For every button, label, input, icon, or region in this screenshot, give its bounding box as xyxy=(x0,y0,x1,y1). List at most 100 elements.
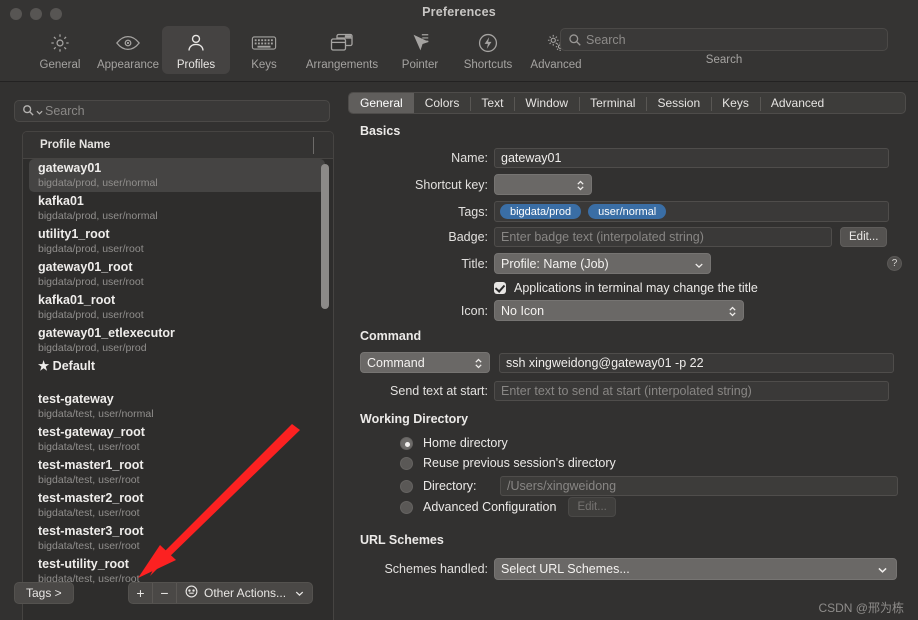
profiles-list-rows: gateway01 bigdata/prod, user/normal kafka0… xyxy=(23,159,333,620)
name-label: Name: xyxy=(451,151,488,165)
profile-name: utility1_root xyxy=(38,227,110,241)
stepper-chevrons-icon xyxy=(728,305,737,321)
icon-popup[interactable]: No Icon xyxy=(494,300,744,321)
toolbar-item-pointer[interactable]: Pointer xyxy=(386,26,454,74)
badge-edit-label: Edit... xyxy=(849,231,879,243)
other-actions-label: Other Actions... xyxy=(204,586,287,600)
profile-list-item[interactable]: test-master1_root bigdata/test, user/root xyxy=(23,456,333,489)
profile-name: test-gateway xyxy=(38,392,114,406)
tab-advanced[interactable]: Advanced xyxy=(759,93,835,113)
toolbar-item-keys[interactable]: Keys xyxy=(230,26,298,74)
profile-name: test-master3_root xyxy=(38,524,144,538)
profile-list-item[interactable]: kafka01_root bigdata/prod, user/root xyxy=(23,291,333,324)
advanced-configuration-label: Advanced Configuration xyxy=(423,500,557,514)
profile-list-item[interactable]: test-gateway bigdata/test, user/normal xyxy=(23,390,333,423)
profile-name: gateway01_etlexecutor xyxy=(38,326,175,340)
profile-list-item[interactable]: test-gateway_root bigdata/test, user/root xyxy=(23,423,333,456)
chevron-down-icon xyxy=(877,564,888,578)
tab-terminal[interactable]: Terminal xyxy=(579,93,646,113)
schemes-handled-popup[interactable]: Select URL Schemes... xyxy=(494,558,897,580)
toolbar-item-label: Shortcuts xyxy=(463,59,513,71)
profile-list-item[interactable]: kafka01 bigdata/prod, user/normal xyxy=(23,192,333,225)
add-profile-button[interactable]: + xyxy=(129,583,153,603)
toolbar-search-input[interactable]: Search xyxy=(560,28,888,51)
command-mode-popup[interactable]: Command xyxy=(360,352,490,373)
watermark: CSDN @邢为栋 xyxy=(818,601,904,615)
toolbar-item-label: Arrangements xyxy=(305,59,379,71)
profile-list-item[interactable]: gateway01_etlexecutor bigdata/prod, user/… xyxy=(23,324,333,357)
column-divider[interactable] xyxy=(313,137,314,154)
send-text-label: Send text at start: xyxy=(390,384,488,398)
apps-change-title-checkbox[interactable] xyxy=(494,282,506,294)
tag-pill[interactable]: user/normal xyxy=(588,204,667,219)
title-popup[interactable]: Profile: Name (Job) xyxy=(494,253,711,274)
tab-window[interactable]: Window xyxy=(514,93,579,113)
apps-change-title-label: Applications in terminal may change the … xyxy=(514,281,758,295)
toolbar-item-label: Pointer xyxy=(401,59,439,71)
toolbar-item-shortcuts[interactable]: Shortcuts xyxy=(454,26,522,74)
search-icon xyxy=(568,33,582,52)
shortcut-key-label: Shortcut key: xyxy=(415,177,488,192)
section-command-title: Command xyxy=(360,329,422,343)
profile-list-item[interactable]: gateway01 bigdata/prod, user/normal xyxy=(29,159,325,192)
profile-name: test-utility_root xyxy=(38,557,129,571)
shortcut-key-popup[interactable] xyxy=(494,174,592,195)
section-url-schemes-title: URL Schemes xyxy=(360,533,444,547)
profile-subtitle: bigdata/prod, user/prod xyxy=(38,342,147,354)
profile-detail-pane: General Colors Text Window Terminal Session Ke… xyxy=(348,92,906,610)
directory-field[interactable]: /Users/xingweidong xyxy=(500,476,898,496)
profiles-scrollbar[interactable] xyxy=(321,164,329,620)
tags-label: Tags: xyxy=(458,204,488,219)
name-field-value: gateway01 xyxy=(501,151,562,165)
toolbar-item-general[interactable]: General xyxy=(26,26,94,74)
profile-list-item[interactable]: test-master2_root bigdata/test, user/root xyxy=(23,489,333,522)
badge-field[interactable]: Enter badge text (interpolated string) xyxy=(494,227,832,247)
tags-button[interactable]: Tags > xyxy=(14,582,74,604)
profile-name: test-master2_root xyxy=(38,491,144,505)
badge-edit-button[interactable]: Edit... xyxy=(840,227,888,247)
profile-actions-group: + − Other Actions... xyxy=(128,582,313,604)
tab-session[interactable]: Session xyxy=(646,93,711,113)
toolbar-item-appearance[interactable]: Appearance xyxy=(94,26,162,74)
title-help-button[interactable]: ? xyxy=(887,256,902,271)
badge-label: Badge: xyxy=(448,230,488,244)
tab-colors[interactable]: Colors xyxy=(414,93,471,113)
radio-advanced-configuration[interactable] xyxy=(400,500,413,514)
scrollbar-thumb[interactable] xyxy=(321,164,329,309)
send-text-field[interactable]: Enter text to send at start (interpolate… xyxy=(494,381,889,401)
radio-reuse-directory[interactable] xyxy=(400,456,413,470)
title-label: Title: xyxy=(461,256,488,271)
radio-home-directory[interactable] xyxy=(400,436,413,450)
tags-button-label: Tags > xyxy=(26,586,62,600)
tag-pill[interactable]: bigdata/prod xyxy=(500,204,582,219)
toolbar-item-label: Keys xyxy=(251,59,277,71)
send-text-placeholder: Enter text to send at start (interpolate… xyxy=(501,384,752,398)
profile-list-item[interactable]: test-master3_root bigdata/test, user/root xyxy=(23,522,333,555)
profiles-bottom-toolbar: Tags > + − Other Actions... xyxy=(0,572,340,620)
tags-field[interactable]: bigdata/prod user/normal xyxy=(494,201,889,222)
radio-reuse-directory-label: Reuse previous session's directory xyxy=(423,456,616,470)
profile-subtitle: bigdata/prod, user/root xyxy=(38,309,144,321)
person-icon xyxy=(185,30,207,56)
profile-search-input[interactable]: Search xyxy=(14,100,330,122)
command-field[interactable]: ssh xingweidong@gateway01 -p 22 xyxy=(499,352,894,373)
tab-general[interactable]: General xyxy=(349,93,414,113)
section-basics-title: Basics xyxy=(360,124,401,138)
toolbar-item-arrangements[interactable]: Arrangements xyxy=(298,26,386,74)
profile-subtitle: bigdata/test, user/root xyxy=(38,540,140,552)
radio-custom-directory[interactable] xyxy=(400,479,413,493)
tab-text[interactable]: Text xyxy=(470,93,514,113)
profile-list-item[interactable]: ★ Default xyxy=(23,357,333,390)
advanced-configuration-edit-button[interactable]: Edit... xyxy=(568,497,616,517)
other-actions-button[interactable]: Other Actions... xyxy=(177,583,312,603)
name-field[interactable]: gateway01 xyxy=(494,148,889,168)
profile-list-item[interactable]: utility1_root bigdata/prod, user/root xyxy=(23,225,333,258)
keyboard-icon xyxy=(251,30,277,56)
tab-keys[interactable]: Keys xyxy=(711,93,760,113)
profile-subtitle: bigdata/test, user/root xyxy=(38,441,140,453)
toolbar-item-profiles[interactable]: Profiles xyxy=(162,26,230,74)
remove-profile-button[interactable]: − xyxy=(153,583,177,603)
profile-list-item[interactable]: gateway01_root bigdata/prod, user/root xyxy=(23,258,333,291)
directory-placeholder: /Users/xingweidong xyxy=(507,479,617,493)
bolt-icon xyxy=(477,30,499,56)
